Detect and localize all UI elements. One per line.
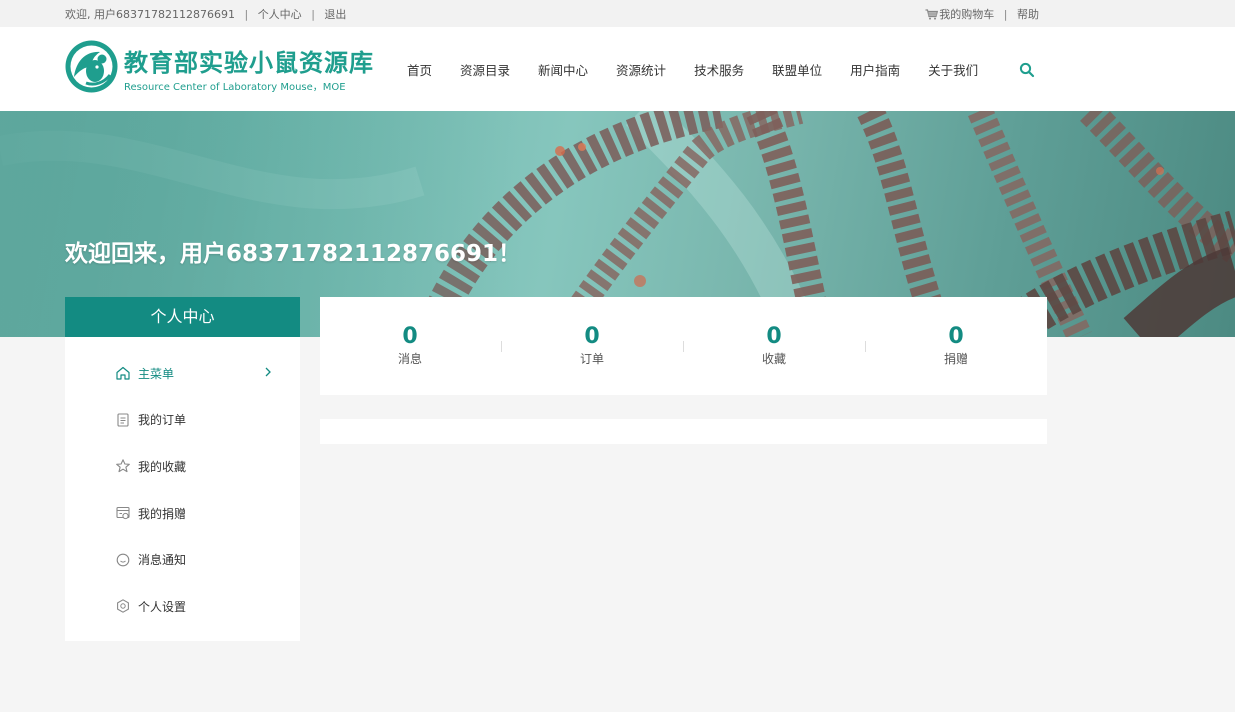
- star-icon: [116, 459, 130, 473]
- nav-item-tech-services[interactable]: 技术服务: [680, 60, 758, 79]
- sidebar-item-label: 我的订单: [138, 413, 187, 428]
- separator: |: [1003, 8, 1008, 21]
- personal-center-link[interactable]: 个人中心: [258, 8, 302, 21]
- stat-messages[interactable]: 0 消息: [360, 325, 460, 367]
- stat-value: 0: [584, 324, 600, 349]
- logo-title-en: Resource Center of Laboratory Mouse，MOE: [124, 82, 346, 93]
- top-bar-right: 我的购物车 | 帮助: [925, 6, 1039, 22]
- help-link[interactable]: 帮助: [1017, 8, 1039, 21]
- donation-icon: [116, 507, 130, 520]
- stat-label: 捐赠: [943, 352, 968, 366]
- stat-value: 0: [402, 324, 418, 349]
- logout-link[interactable]: 退出: [324, 8, 346, 21]
- sidebar-item-label: 主菜单: [138, 366, 175, 381]
- stat-donations[interactable]: 0 捐赠: [906, 325, 1006, 367]
- nav-item-news[interactable]: 新闻中心: [524, 60, 602, 79]
- sidebar-item-label: 我的捐赠: [138, 506, 187, 521]
- cart-label: 我的购物车: [939, 8, 995, 21]
- sidebar-item-settings[interactable]: 个人设置: [65, 583, 300, 630]
- separator: |: [311, 8, 315, 21]
- logo-title-cn: 教育部实验小鼠资源库: [124, 49, 374, 77]
- divider: [501, 341, 502, 352]
- top-bar-left: 欢迎, 用户68371782112876691 | 个人中心 | 退出: [65, 6, 346, 22]
- divider: [865, 341, 866, 352]
- stat-label: 订单: [579, 352, 604, 366]
- sidebar-menu: 主菜单 我的订单 我的收藏 我的捐赠 消息通知 个人设置: [65, 337, 300, 630]
- cart-link[interactable]: 我的购物车: [925, 8, 998, 21]
- cart-icon: [925, 9, 939, 20]
- separator: |: [244, 8, 249, 21]
- nav-item-resource-catalog[interactable]: 资源目录: [446, 60, 524, 79]
- sidebar-item-label: 个人设置: [138, 599, 187, 614]
- sidebar-title: 个人中心: [65, 297, 300, 337]
- stats-card: 0 消息 0 订单 0 收藏 0 捐赠: [320, 297, 1047, 395]
- home-icon: [116, 367, 130, 380]
- chevron-right-icon: [265, 367, 271, 377]
- sidebar-item-notifications[interactable]: 消息通知: [65, 536, 300, 583]
- content-panel: [320, 419, 1047, 444]
- stat-label: 收藏: [761, 352, 786, 366]
- top-bar: 欢迎, 用户68371782112876691 | 个人中心 | 退出 我的购物…: [0, 0, 1235, 27]
- nav-item-alliance[interactable]: 联盟单位: [758, 60, 836, 79]
- sidebar-item-label: 消息通知: [138, 553, 187, 568]
- site-logo[interactable]: 教育部实验小鼠资源库 Resource Center of Laboratory…: [64, 39, 374, 97]
- site-header: 教育部实验小鼠资源库 Resource Center of Laboratory…: [0, 27, 1235, 111]
- stat-label: 消息: [397, 352, 422, 366]
- banner-welcome-title: 欢迎回来，用户68371782112876691！: [65, 241, 522, 267]
- personal-center-sidebar: 个人中心 主菜单 我的订单 我的收藏 我的捐赠 消息通知 个人设置: [65, 297, 300, 641]
- stat-value: 0: [948, 324, 964, 349]
- search-icon[interactable]: [1019, 62, 1035, 78]
- stat-orders[interactable]: 0 订单: [542, 325, 642, 367]
- nav-item-statistics[interactable]: 资源统计: [602, 60, 680, 79]
- sidebar-item-my-donations[interactable]: 我的捐赠: [65, 490, 300, 537]
- nav-item-user-guide[interactable]: 用户指南: [836, 60, 914, 79]
- nav-item-about[interactable]: 关于我们: [914, 60, 992, 79]
- sidebar-item-main-menu[interactable]: 主菜单: [65, 350, 300, 397]
- sidebar-item-my-favorites[interactable]: 我的收藏: [65, 443, 300, 490]
- order-icon: [117, 413, 129, 427]
- divider: [683, 341, 684, 352]
- mouse-logo-icon: [65, 40, 118, 93]
- main-nav: 首页 资源目录 新闻中心 资源统计 技术服务 联盟单位 用户指南 关于我们: [393, 27, 992, 111]
- settings-icon: [117, 599, 129, 614]
- stat-value: 0: [766, 324, 782, 349]
- stat-favorites[interactable]: 0 收藏: [724, 325, 824, 367]
- nav-item-home[interactable]: 首页: [393, 60, 446, 79]
- sidebar-item-label: 我的收藏: [138, 459, 187, 474]
- message-icon: [116, 553, 130, 567]
- welcome-text: 欢迎, 用户68371782112876691: [65, 8, 235, 21]
- sidebar-item-my-orders[interactable]: 我的订单: [65, 397, 300, 444]
